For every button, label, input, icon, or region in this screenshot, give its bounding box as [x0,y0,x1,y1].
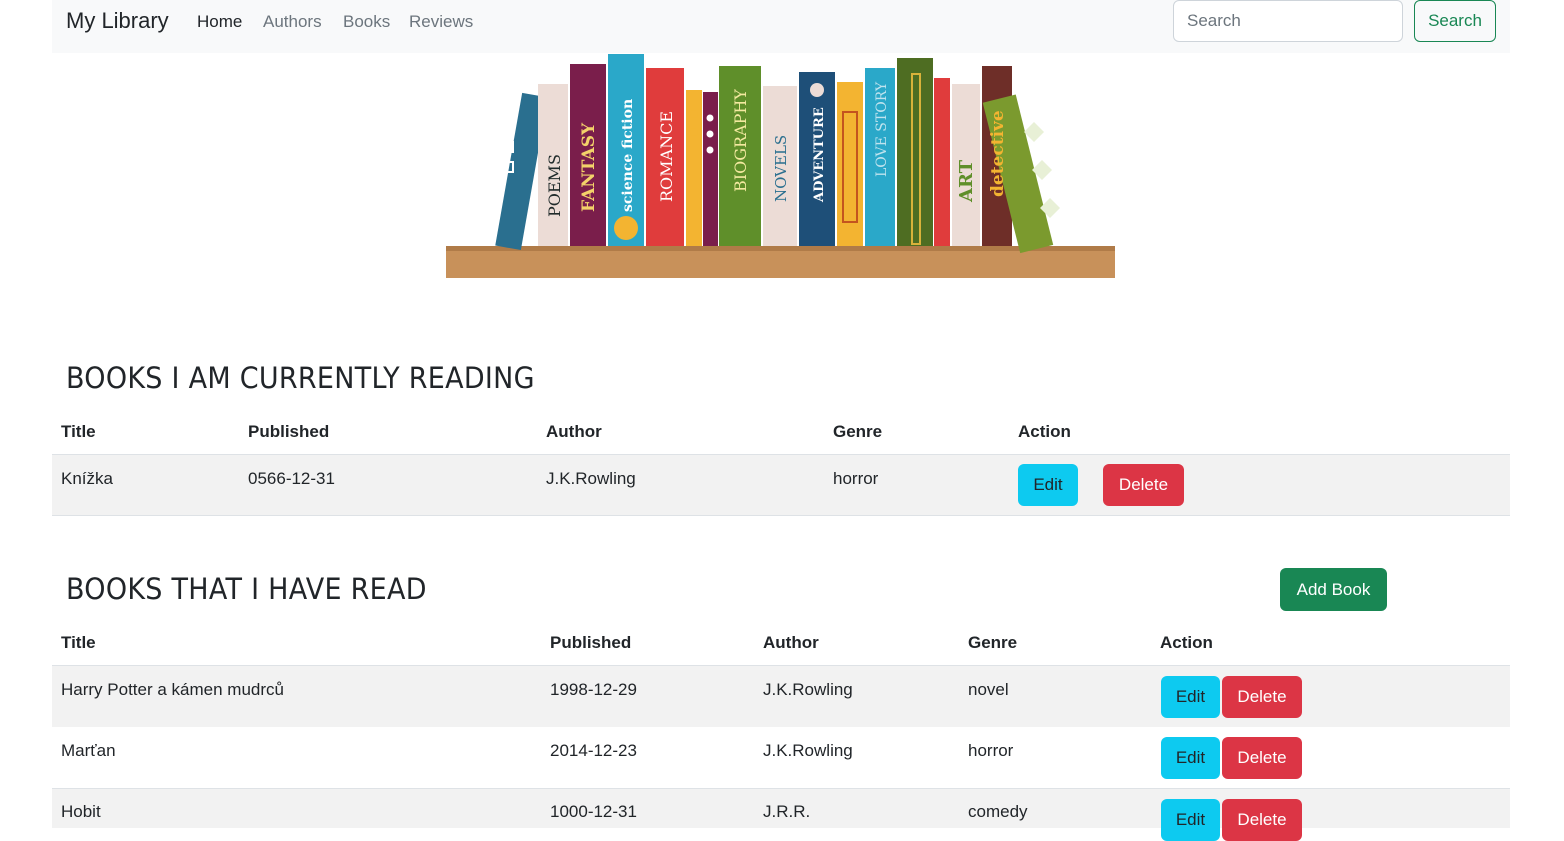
read-col-action: Action [1160,633,1213,652]
current-col-action: Action [1018,422,1071,441]
books-read-heading: BOOKS THAT I HAVE READ [66,572,427,606]
table-row: Hobit 1000-12-31 J.R.R. comedy Edit Dele… [52,788,1510,841]
spine-label-biography: BIOGRAPHY [731,89,750,192]
row-title: Marťan [61,741,116,760]
delete-button[interactable]: Delete [1222,799,1302,841]
brand-link[interactable]: My Library [66,8,169,34]
row-author: J.R.R. [763,802,811,821]
row-published: 0566-12-31 [248,469,335,488]
spine-label-novels: NOVELS [772,135,790,202]
currently-reading-heading: BOOKS I AM CURRENTLY READING [66,361,535,395]
read-col-genre: Genre [968,633,1018,652]
spine-label-poems: POEMS [545,154,564,217]
row-genre: novel [968,680,1009,699]
current-col-published: Published [248,422,330,441]
spine-label-adventure: ADVENTURE [812,107,827,203]
table-row: Harry Potter a kámen mudrců 1998-12-29 J… [52,665,1510,728]
nav-link-books[interactable]: Books [343,12,390,32]
row-title: Hobit [61,802,101,821]
row-title: Knížka [61,469,113,488]
spine-label-science-fiction: science fiction [620,99,636,212]
row-title: Harry Potter a kámen mudrců [61,680,284,699]
edit-button[interactable]: Edit [1161,737,1220,779]
spine-label-romance: ROMANCE [657,111,676,202]
row-published: 1000-12-31 [550,802,637,821]
row-author: J.K.Rowling [546,469,636,488]
row-published: 1998-12-29 [550,680,637,699]
row-genre: comedy [968,802,1028,821]
spine-label-love-story: LOVE STORY [874,81,890,177]
row-author: J.K.Rowling [763,680,853,699]
current-col-title: Title [61,422,96,441]
edit-button[interactable]: Edit [1018,464,1078,506]
read-col-title: Title [61,633,96,652]
add-book-button[interactable]: Add Book [1280,568,1387,611]
read-col-published: Published [550,633,632,652]
bookshelf-banner: POEMS FANTASY science fiction ROMANCE BI… [446,54,1115,278]
spine-label-art: ART [956,159,977,203]
search-input[interactable] [1173,0,1403,42]
nav-link-home[interactable]: Home [197,12,242,32]
table-row: Marťan 2014-12-23 J.K.Rowling horror Edi… [52,727,1510,789]
nav-link-authors[interactable]: Authors [263,12,322,32]
read-col-author: Author [763,633,819,652]
spine-label-fantasy: FANTASY [579,122,599,212]
delete-button[interactable]: Delete [1103,464,1184,506]
current-col-genre: Genre [833,422,883,441]
navbar: My Library Home Authors Books Reviews Se… [52,0,1510,53]
row-author: J.K.Rowling [763,741,853,760]
row-published: 2014-12-23 [550,741,637,760]
spine-label-detective: detective [988,110,1008,197]
delete-button[interactable]: Delete [1222,676,1302,718]
edit-button[interactable]: Edit [1161,676,1220,718]
row-genre: horror [833,469,879,488]
delete-button[interactable]: Delete [1222,737,1302,779]
search-button[interactable]: Search [1414,0,1496,42]
table-row: Knížka 0566-12-31 J.K.Rowling horror Edi… [52,454,1510,516]
row-genre: horror [968,741,1014,760]
edit-button[interactable]: Edit [1161,799,1220,841]
current-col-author: Author [546,422,602,441]
nav-link-reviews[interactable]: Reviews [409,12,473,32]
